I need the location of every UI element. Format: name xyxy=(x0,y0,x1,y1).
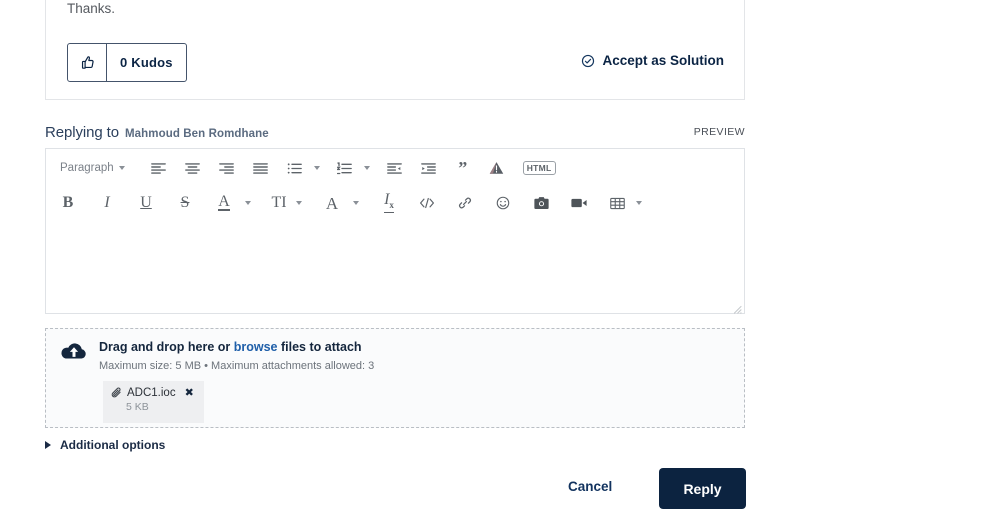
insert-image-button[interactable] xyxy=(529,191,553,215)
chevron-down-icon xyxy=(314,166,320,170)
attachment-prompt-suffix: files to attach xyxy=(278,340,362,354)
clear-formatting-label: Ix xyxy=(384,193,394,213)
thumbs-up-icon[interactable] xyxy=(68,44,107,81)
font-size-button[interactable]: TI xyxy=(267,191,291,215)
attached-file-size: 5 KB xyxy=(126,401,196,413)
accept-as-solution-label: Accept as Solution xyxy=(602,53,724,68)
clear-formatting-button[interactable]: Ix xyxy=(377,191,401,215)
chevron-down-icon xyxy=(296,201,302,205)
attached-file-name: ADC1.ioc xyxy=(127,387,176,399)
attachment-prompt: Drag and drop here or browse files to at… xyxy=(60,339,374,373)
font-size-label: TI xyxy=(271,195,286,211)
align-right-button[interactable] xyxy=(215,156,239,180)
align-left-button[interactable] xyxy=(147,156,171,180)
insert-note-warning-button[interactable] xyxy=(485,156,509,180)
chevron-down-icon xyxy=(119,166,125,170)
kudos-button[interactable]: 0 Kudos xyxy=(67,43,187,82)
attachment-prompt-text: Drag and drop here or browse files to at… xyxy=(99,339,374,373)
chevron-down-icon xyxy=(353,201,359,205)
font-family-button[interactable]: A xyxy=(320,191,344,215)
underline-button[interactable]: U xyxy=(134,191,158,215)
check-circle-icon xyxy=(581,54,595,68)
kudos-count-label[interactable]: 0 Kudos xyxy=(107,44,186,81)
reply-submit-button[interactable]: Reply xyxy=(659,468,746,509)
attached-file-item: ADC1.ioc ✖ 5 KB xyxy=(103,381,204,423)
editor-resize-handle[interactable] xyxy=(732,301,742,311)
cloud-upload-icon xyxy=(60,341,88,363)
numbered-list-options-caret[interactable] xyxy=(361,156,373,180)
editor-toolbar-row-2: B I U S A TI A Ix xyxy=(46,188,744,218)
bold-button[interactable]: B xyxy=(56,191,80,215)
attachment-prompt-line: Drag and drop here or browse files to at… xyxy=(99,339,374,355)
italic-label: I xyxy=(104,195,109,211)
quote-glyph: ” xyxy=(458,159,467,177)
insert-code-button[interactable] xyxy=(415,191,439,215)
insert-link-button[interactable] xyxy=(453,191,477,215)
italic-button[interactable]: I xyxy=(95,191,119,215)
chevron-down-icon xyxy=(245,201,251,205)
browse-files-link[interactable]: browse xyxy=(234,340,278,354)
html-source-button[interactable]: HTML xyxy=(523,156,556,180)
outdent-button[interactable] xyxy=(383,156,407,180)
editor-toolbar-row-1: Paragraph xyxy=(46,153,744,183)
reply-editor-page: Thanks. 0 Kudos Accept as Solution Reply… xyxy=(0,0,999,520)
cancel-button[interactable]: Cancel xyxy=(568,479,612,494)
insert-table-button[interactable] xyxy=(605,191,629,215)
editor-content-area[interactable] xyxy=(46,221,744,313)
bold-label: B xyxy=(63,195,74,211)
attachment-dropzone[interactable]: Drag and drop here or browse files to at… xyxy=(45,328,745,428)
font-family-caret[interactable] xyxy=(350,191,362,215)
message-card: Thanks. 0 Kudos Accept as Solution xyxy=(45,0,745,100)
strikethrough-label: S xyxy=(181,195,190,211)
message-body-text: Thanks. xyxy=(67,0,115,18)
bulleted-list-button[interactable] xyxy=(283,156,307,180)
attachment-prompt-prefix: Drag and drop here or xyxy=(99,340,234,354)
underline-label: U xyxy=(140,195,152,211)
warning-triangle-icon xyxy=(489,161,504,175)
blockquote-button[interactable]: ” xyxy=(451,156,475,180)
accept-as-solution-button[interactable]: Accept as Solution xyxy=(581,53,724,68)
chevron-down-icon xyxy=(636,201,642,205)
preview-link[interactable]: PREVIEW xyxy=(694,126,745,138)
insert-video-button[interactable] xyxy=(567,191,591,215)
font-size-caret[interactable] xyxy=(293,191,305,215)
paperclip-icon xyxy=(111,387,122,399)
align-justify-button[interactable] xyxy=(249,156,273,180)
rich-text-editor: Paragraph xyxy=(45,148,745,314)
remove-attachment-button[interactable]: ✖ xyxy=(185,386,194,399)
additional-options-toggle[interactable]: Additional options xyxy=(45,438,165,452)
align-center-button[interactable] xyxy=(181,156,205,180)
font-family-label: A xyxy=(326,195,338,212)
bulleted-list-options-caret[interactable] xyxy=(311,156,323,180)
text-color-label: A xyxy=(218,195,230,211)
replying-to-header: Replying to Mahmoud Ben Romdhane PREVIEW xyxy=(45,124,745,146)
numbered-list-button[interactable] xyxy=(333,156,357,180)
chevron-right-icon xyxy=(45,441,51,449)
attached-file-line: ADC1.ioc ✖ xyxy=(111,386,196,399)
paragraph-style-select[interactable]: Paragraph xyxy=(56,156,129,180)
text-color-button[interactable]: A xyxy=(212,191,236,215)
insert-table-caret[interactable] xyxy=(633,191,645,215)
paragraph-style-label: Paragraph xyxy=(60,162,114,174)
indent-button[interactable] xyxy=(417,156,441,180)
strikethrough-button[interactable]: S xyxy=(173,191,197,215)
replying-to-label: Replying to xyxy=(45,124,119,141)
chevron-down-icon xyxy=(364,166,370,170)
html-source-label: HTML xyxy=(523,161,556,176)
insert-emoji-button[interactable] xyxy=(491,191,515,215)
attachment-limits-text: Maximum size: 5 MB • Maximum attachments… xyxy=(99,359,374,373)
additional-options-label: Additional options xyxy=(60,438,165,452)
text-color-caret[interactable] xyxy=(242,191,254,215)
replying-to-author: Mahmoud Ben Romdhane xyxy=(125,128,269,140)
